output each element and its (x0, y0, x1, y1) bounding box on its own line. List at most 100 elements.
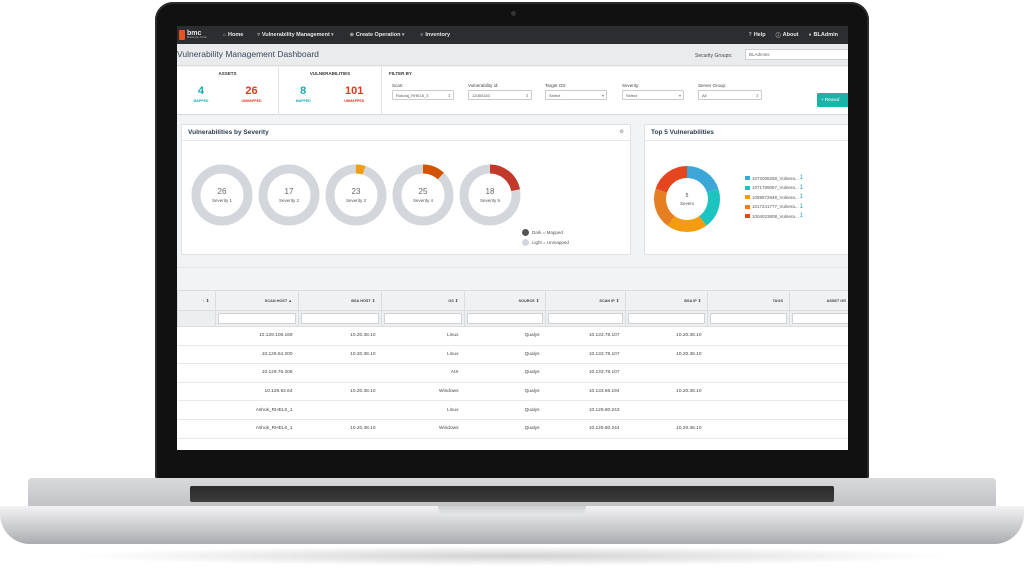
laptop-mockup: bmc BladeLogic Portal ⌂ Home ▿ Vulnerabili… (0, 0, 1024, 582)
scan-select[interactable]: Ruturaj_RHEL6_3 ⇕ (392, 90, 454, 100)
table-cell (789, 326, 848, 346)
server-group-select[interactable]: All ⇕ (698, 90, 762, 100)
table-cell: 10.129.108.169 (215, 326, 299, 346)
user-icon: ● (808, 32, 812, 38)
column-header[interactable]: ASSET GR (789, 290, 848, 311)
column-filter-input[interactable] (548, 313, 623, 324)
vulnerability-id-filter: Vulnerability id: 12080183 ⇕ (468, 83, 532, 100)
table-row[interactable]: Ashok_RHEL6_1 10.20.38.10 Windows Qualys 10.… (177, 419, 848, 439)
security-groups-input[interactable]: BLAdmins (745, 49, 848, 60)
security-groups-label: Security Groups: (695, 53, 733, 59)
table-cell (177, 363, 216, 383)
legend-value: 1 (799, 194, 803, 200)
list-icon: ≡ (420, 32, 424, 38)
table-cell (177, 419, 216, 439)
severity-donut-5[interactable]: 18 Severity 5 (459, 164, 521, 226)
column-header[interactable]: OS ⇕ (381, 290, 465, 311)
assets-unmapped[interactable]: 26 UNMAPPED (241, 85, 261, 103)
column-filter-input[interactable] (384, 313, 462, 324)
top5-slice-1[interactable] (686, 166, 719, 193)
legend-value: 1 (799, 213, 803, 219)
top5-legend-item[interactable]: 1072006258_Vulnera... 1 (745, 175, 803, 181)
scan-filter: Scan: Ruturaj_RHEL6_3 ⇕ (392, 83, 454, 100)
chevron-down-icon: ▾ (601, 93, 604, 98)
nav-vulnerability-management[interactable]: ▿ Vulnerability Management ▾ (257, 32, 335, 38)
page-title: Vulnerability Management Dashboard (177, 49, 319, 59)
title-bar: Vulnerability Management Dashboard Secur… (177, 44, 848, 66)
filter-by-title: FILTER BY (389, 71, 412, 76)
table-row[interactable]: 10.129.92.64 10.20.38.10 Windows Qualys 10.1… (177, 382, 848, 402)
table-cell (707, 419, 790, 439)
severity-donut-4[interactable]: 25 Severity 4 (392, 164, 454, 226)
severity-donut-3[interactable]: 23 Severity 3 (325, 164, 387, 226)
vulnerability-id-select[interactable]: 12080183 ⇕ (468, 90, 532, 100)
updown-icon: ⇕ (755, 93, 759, 98)
remediate-button[interactable]: + Remed (817, 93, 848, 107)
column-filter-input[interactable] (218, 313, 296, 324)
top5-legend-item[interactable]: 1017241777_Vulnera... 1 (745, 204, 803, 210)
column-header[interactable]: SCAN IP ⇕ (545, 290, 626, 311)
table-cell (707, 363, 790, 383)
table-cell (625, 400, 708, 420)
column-filter-input[interactable] (628, 313, 705, 324)
plus-circle-icon: ⊕ (349, 32, 354, 38)
top5-legend-item[interactable]: 1071789067_Vulnera... 1 (745, 185, 803, 191)
top5-legend: 1072006258_Vulnera... 1 1071789067_Vulnera… (745, 175, 803, 223)
top5-slice-5[interactable] (655, 166, 688, 193)
severity-select[interactable]: Select ▾ (622, 90, 684, 100)
sort-icon: ⇕ (615, 299, 619, 303)
column-header[interactable]: SCAN HOST ▲ (215, 290, 299, 311)
sort-icon: ▲ (288, 298, 292, 303)
vulnerabilities-unmapped[interactable]: 101 UNMAPPED (344, 85, 364, 103)
nav-user[interactable]: ● BLAdmin (809, 32, 838, 39)
column-header[interactable]: TAGS (707, 290, 790, 311)
column-header[interactable]: SOURCE ⇕ (464, 290, 546, 311)
column-filter-input[interactable] (467, 313, 543, 324)
table-cell (707, 326, 790, 346)
top5-slice-3[interactable] (667, 215, 707, 232)
table-cell: 10.129.76.206 (215, 363, 299, 383)
legend-name: 1004023808_Vulnera... (752, 213, 799, 219)
table-row[interactable]: 10.129.76.206 AIX Qualys 10.133.78.107 (177, 363, 848, 383)
column-header[interactable]: BSA HOST ⇕ (298, 290, 382, 311)
table-row[interactable]: Ashok_RHEL6_1 Linux Qualys 10.129.80.243 (177, 400, 848, 420)
severity-donut-2[interactable]: 17 Severity 2 (258, 164, 320, 226)
table-cell (789, 345, 848, 365)
top5-legend-item[interactable]: 1059872948_Vulnera... 1 (745, 194, 803, 200)
table-cell (789, 419, 848, 439)
settings-icon[interactable]: ⚙ (620, 129, 624, 135)
server-group-filter: Server Group: All ⇕ (698, 83, 762, 100)
legend-name: 1059872948_Vulnera... (752, 194, 799, 200)
table-cell: Qualys (464, 419, 546, 439)
legend-value: 1 (799, 175, 803, 181)
column-filter-input[interactable] (301, 313, 379, 324)
top5-legend-item[interactable]: 1004023808_Vulnera... 1 (745, 213, 803, 219)
vulnerabilities-mapped[interactable]: 8 MAPPED (296, 85, 311, 103)
column-header[interactable]: ↑ ⇕ (177, 290, 216, 311)
logo-subtitle: BladeLogic Portal (187, 36, 207, 40)
camera-icon (511, 11, 516, 16)
severity-count: 17 (285, 187, 294, 196)
bmc-logo[interactable]: bmc BladeLogic Portal (179, 30, 223, 40)
table-cell (177, 345, 216, 365)
nav-home[interactable]: ⌂ Home (223, 32, 243, 38)
table-cell (298, 363, 382, 383)
column-header[interactable]: BSA IP ⇕ (625, 290, 708, 311)
table-row[interactable]: 10.129.108.169 10.20.38.10 Linux Qualys 10.1… (177, 326, 848, 346)
legend-name: 1071789067_Vulnera... (752, 185, 799, 190)
column-filter-input[interactable] (710, 313, 787, 324)
nav-about[interactable]: ⓘ About (776, 32, 799, 39)
severity-label: Severity 1 (212, 198, 233, 203)
severity-donut-1[interactable]: 26 Severity 1 (191, 164, 253, 226)
table-row[interactable]: 10.129.54.200 10.20.38.10 Linux Qualys 10.13… (177, 345, 848, 365)
nav-inventory[interactable]: ≡ Inventory (420, 32, 450, 38)
column-filter-input[interactable] (792, 313, 848, 324)
nav-create-operation[interactable]: ⊕ Create Operation ▾ (350, 32, 407, 38)
top5-slice-4[interactable] (654, 188, 676, 226)
top5-slice-2[interactable] (698, 188, 720, 226)
target-os-select[interactable]: Select ▾ (545, 90, 607, 100)
assets-mapped[interactable]: 4 MAPPED (193, 85, 208, 103)
table-cell: 10.20.38.10 (298, 419, 382, 439)
donut-mapped-arc (355, 164, 366, 175)
nav-help[interactable]: ? Help (749, 32, 766, 39)
